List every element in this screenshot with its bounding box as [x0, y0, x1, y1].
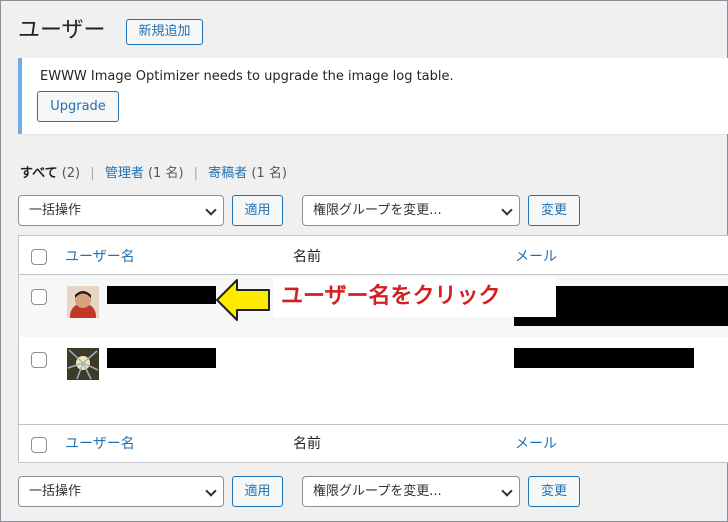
redacted-username[interactable] [107, 348, 216, 368]
user-avatar[interactable] [67, 348, 99, 380]
filter-separator: | [90, 166, 95, 181]
users-table: ユーザー名 名前 メール ユーザー名 名前 メール [18, 235, 728, 463]
column-footer-username[interactable]: ユーザー名 [65, 433, 135, 453]
column-header-username[interactable]: ユーザー名 [65, 246, 135, 266]
avatar-image [67, 348, 99, 380]
filter-contributor[interactable]: 寄稿者 [208, 166, 247, 181]
notice-text: EWWW Image Optimizer needs to upgrade th… [40, 69, 454, 84]
apply-button-bottom[interactable]: 適用 [232, 476, 283, 507]
role-filter-links: すべて (2) | 管理者 (1 名) | 寄稿者 (1 名) [20, 164, 287, 184]
bulk-action-selected: 一括操作 [29, 484, 82, 499]
row-checkbox[interactable] [31, 289, 47, 305]
chevron-down-icon [205, 485, 217, 497]
bulk-action-selected: 一括操作 [29, 203, 82, 218]
bulk-action-select-top[interactable]: 一括操作 [18, 195, 224, 226]
chevron-down-icon [501, 485, 513, 497]
role-change-select-bottom[interactable]: 権限グループを変更... [302, 476, 520, 507]
change-role-button-bottom[interactable]: 変更 [528, 476, 580, 507]
page-title: ユーザー [18, 18, 106, 43]
apply-button-top[interactable]: 適用 [232, 195, 283, 226]
role-change-selected: 権限グループを変更... [313, 203, 442, 218]
chevron-down-icon [501, 204, 513, 216]
filter-all-count: (2) [61, 166, 81, 181]
upgrade-button[interactable]: Upgrade [37, 91, 119, 122]
chevron-down-icon [205, 204, 217, 216]
column-footer-name: 名前 [293, 436, 321, 452]
annotation-arrow-icon [216, 279, 270, 321]
annotation-callout: ユーザー名をクリック [273, 277, 556, 317]
redacted-username[interactable] [107, 286, 216, 304]
add-new-user-button[interactable]: 新規追加 [126, 19, 203, 45]
role-change-select-top[interactable]: 権限グループを変更... [302, 195, 520, 226]
footer-divider [19, 424, 728, 425]
redacted-email[interactable] [514, 348, 694, 368]
filter-all[interactable]: すべて [20, 166, 58, 181]
bulk-action-select-bottom[interactable]: 一括操作 [18, 476, 224, 507]
column-header-email[interactable]: メール [515, 246, 557, 266]
column-header-name: 名前 [293, 249, 321, 265]
select-all-checkbox-footer[interactable] [31, 437, 47, 453]
user-avatar[interactable] [67, 286, 99, 318]
row-checkbox[interactable] [31, 352, 47, 368]
filter-administrator-count: (1 名) [147, 166, 184, 181]
column-footer-email[interactable]: メール [515, 433, 557, 453]
filter-separator: | [193, 166, 199, 181]
role-change-selected: 権限グループを変更... [313, 484, 442, 499]
avatar-image [67, 286, 99, 318]
filter-contributor-count: (1 名) [251, 166, 287, 181]
filter-administrator[interactable]: 管理者 [105, 166, 144, 181]
upgrade-notice: EWWW Image Optimizer needs to upgrade th… [18, 58, 728, 134]
select-all-checkbox[interactable] [31, 249, 47, 265]
change-role-button-top[interactable]: 変更 [528, 195, 580, 226]
